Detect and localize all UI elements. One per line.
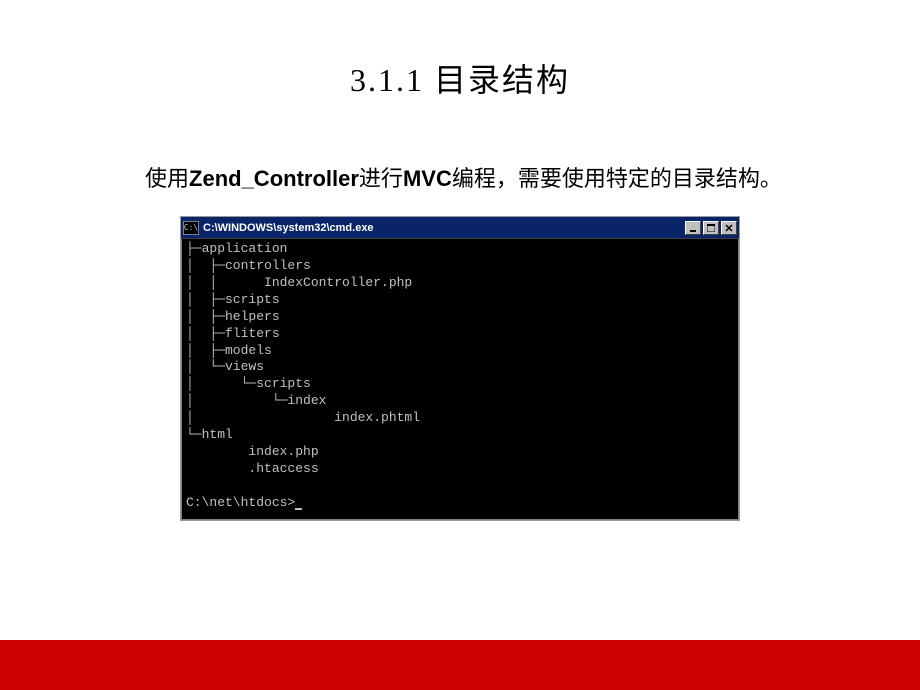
bottom-red-bar: [0, 640, 920, 690]
cmd-window: C:\ C:\WINDOWS\system32\cmd.exe ├─applic…: [180, 216, 740, 521]
cmd-window-buttons: [683, 221, 737, 235]
cmd-body: ├─application │ ├─controllers │ │ IndexC…: [181, 239, 739, 520]
close-button[interactable]: [721, 221, 737, 235]
body-text-mid: 进行: [359, 166, 403, 191]
minimize-icon: [689, 224, 697, 232]
minimize-button[interactable]: [685, 221, 701, 235]
cmd-cursor: [295, 508, 302, 510]
maximize-button[interactable]: [703, 221, 719, 235]
close-icon: [725, 224, 733, 232]
body-bold-mvc: MVC: [403, 166, 452, 191]
cmd-title-left: C:\ C:\WINDOWS\system32\cmd.exe: [183, 221, 374, 235]
maximize-icon: [707, 224, 715, 232]
cmd-tree-output: ├─application │ ├─controllers │ │ IndexC…: [186, 241, 420, 509]
cmd-title-text: C:\WINDOWS\system32\cmd.exe: [203, 222, 374, 234]
slide-title: 3.1.1 目录结构: [0, 0, 920, 101]
body-text-prefix: 使用: [145, 166, 189, 191]
body-bold-zend: Zend_Controller: [189, 166, 359, 191]
cmd-titlebar: C:\ C:\WINDOWS\system32\cmd.exe: [181, 217, 739, 239]
body-paragraph: 使用Zend_Controller进行MVC编程，需要使用特定的目录结构。: [0, 101, 920, 196]
cmd-app-icon: C:\: [183, 221, 199, 235]
body-text-suffix: 编程，需要使用特定的目录结构。: [452, 166, 782, 191]
